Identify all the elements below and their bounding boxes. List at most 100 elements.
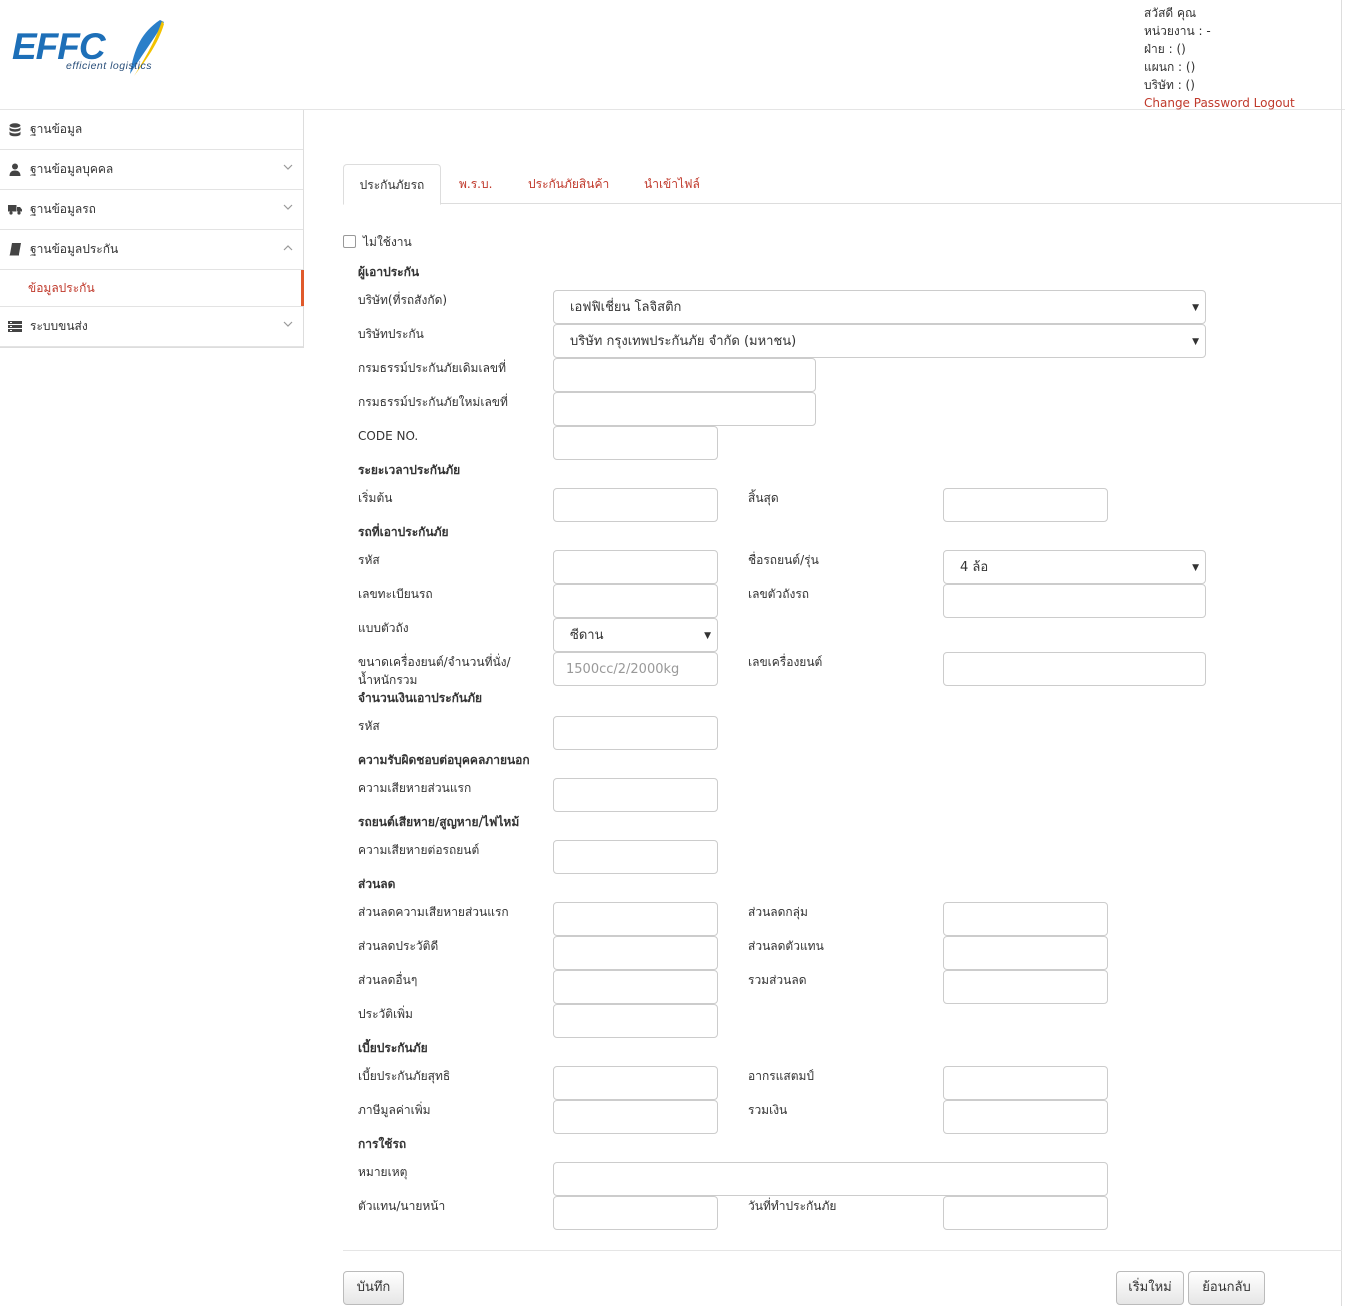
note-input[interactable]	[553, 1162, 1108, 1196]
sidebar-item-person[interactable]: ฐานข้อมูลบุคคล	[0, 150, 303, 190]
section-usage: การใช้รถ	[358, 1137, 407, 1151]
chevron-down-icon	[283, 204, 293, 210]
save-button[interactable]: บันทึก	[343, 1271, 404, 1305]
damage-per-car-label: ความเสียหายต่อรถยนต์	[358, 843, 480, 857]
greeting: สวัสดี คุณ	[1144, 6, 1197, 20]
vehicle-code-input[interactable]	[553, 550, 718, 584]
model-select[interactable]: 4 ล้อ ▼	[943, 550, 1206, 584]
model-label: ชื่อรถยนต์/รุ่น	[748, 553, 819, 567]
sidebar-item-label: ฐานข้อมูลรถ	[30, 202, 96, 216]
back-button[interactable]: ย้อนกลับ	[1188, 1271, 1265, 1305]
user-icon	[6, 162, 24, 178]
net-premium-input[interactable]	[553, 1066, 718, 1100]
disc-agent-input[interactable]	[943, 936, 1108, 970]
sidebar-subitem-label: ข้อมูลประกัน	[28, 280, 95, 295]
user-division: ฝ่าย : ()	[1144, 42, 1186, 56]
sidebar-item-database[interactable]: ฐานข้อมูล	[0, 110, 303, 150]
chassis-input[interactable]	[943, 584, 1206, 618]
plate-label: เลขทะเบียนรถ	[358, 587, 433, 601]
new-policy-input[interactable]	[553, 392, 816, 426]
tab-cargo-insurance[interactable]: ประกันภัยสินค้า	[528, 164, 609, 204]
logout-link[interactable]: Logout	[1254, 96, 1295, 110]
logo: EFFC efficient logistics	[12, 18, 192, 84]
sidebar-item-label: ฐานข้อมูล	[30, 122, 83, 136]
tab-compulsory[interactable]: พ.ร.บ.	[459, 164, 492, 204]
chevron-down-icon	[283, 321, 293, 327]
inactive-label: ไม่ใช้งาน	[363, 235, 412, 249]
engine-no-input[interactable]	[943, 652, 1206, 686]
chassis-label: เลขตัวถังรถ	[748, 587, 810, 601]
disc-other-label: ส่วนลดอื่นๆ	[358, 973, 418, 987]
agent-input[interactable]	[553, 1196, 718, 1230]
caret-down-icon: ▼	[704, 631, 711, 641]
plate-input[interactable]	[553, 584, 718, 618]
section-premium: เบี้ยประกันภัย	[358, 1041, 428, 1055]
section-insured: ผู้เอาประกัน	[358, 265, 420, 279]
tab-import-file[interactable]: นำเข้าไฟล์	[644, 164, 700, 204]
section-sum-insured: จำนวนเงินเอาประกันภัย	[358, 691, 483, 705]
database-icon	[6, 122, 24, 138]
disc-total-input[interactable]	[943, 970, 1108, 1004]
account-links: Change Password Logout	[1144, 94, 1295, 112]
sidebar-item-label: ระบบขนส่ง	[30, 319, 88, 333]
note-label: หมายเหตุ	[358, 1165, 408, 1179]
disc-group-label: ส่วนลดกลุ่ม	[748, 905, 808, 919]
damage-per-car-input[interactable]	[553, 840, 718, 874]
start-date-input[interactable]	[553, 488, 718, 522]
old-policy-input[interactable]	[553, 358, 816, 392]
sidebar: ฐานข้อมูล ฐานข้อมูลบุคคล ฐานข้อมูลรถ ฐาน…	[0, 110, 304, 348]
disc-agent-label: ส่วนลดตัวแทน	[748, 939, 824, 953]
model-select-value: 4 ล้อ	[960, 560, 989, 575]
disc-other-input[interactable]	[553, 970, 718, 1004]
company-select[interactable]: เอฟฟิเชี่ยน โลจิสติก ▼	[553, 290, 1206, 324]
book-icon	[6, 242, 24, 258]
total-label: รวมเงิน	[748, 1103, 788, 1117]
insurer-select[interactable]: บริษัท กรุงเทพประกันภัย จำกัด (มหาชน) ▼	[553, 324, 1206, 358]
change-password-link[interactable]: Change Password	[1144, 96, 1250, 110]
history-add-input[interactable]	[553, 1004, 718, 1038]
truck-icon	[6, 202, 24, 218]
insurer-select-value: บริษัท กรุงเทพประกันภัย จำกัด (มหาชน)	[570, 334, 797, 349]
sidebar-item-label: ฐานข้อมูลบุคคล	[30, 162, 114, 176]
inactive-checkbox[interactable]	[343, 235, 356, 248]
header: EFFC efficient logistics สวัสดี คุณ หน่ว…	[0, 0, 1345, 110]
engine-size-label: ขนาดเครื่องยนต์/จำนวนที่นั่ง/ น้ำหนักรวม	[358, 653, 511, 689]
vat-label: ภาษีมูลค่าเพิ่ม	[358, 1103, 431, 1117]
sidebar-item-insurance[interactable]: ฐานข้อมูลประกัน	[0, 230, 303, 270]
sidebar-subitem-insurance-info[interactable]: ข้อมูลประกัน	[0, 270, 304, 307]
chevron-up-icon	[283, 245, 293, 251]
section-discount: ส่วนลด	[358, 877, 396, 891]
total-input[interactable]	[943, 1100, 1108, 1134]
disc-total-label: รวมส่วนลด	[748, 973, 807, 987]
sum-code-input[interactable]	[553, 716, 718, 750]
new-policy-label: กรมธรรม์ประกันภัยใหม่เลขที่	[358, 395, 508, 409]
net-premium-label: เบี้ยประกันภัยสุทธิ	[358, 1069, 451, 1083]
stamp-input[interactable]	[943, 1066, 1108, 1100]
reset-button[interactable]: เริ่มใหม่	[1116, 1271, 1184, 1305]
section-liability: ความรับผิดชอบต่อบุคคลภายนอก	[358, 753, 530, 767]
stamp-label: อากรแสตมป์	[748, 1069, 815, 1083]
body-select[interactable]: ซีดาน ▼	[553, 618, 718, 652]
tab-vehicle-insurance[interactable]: ประกันภัยรถ	[343, 164, 441, 205]
vat-input[interactable]	[553, 1100, 718, 1134]
sidebar-item-label: ฐานข้อมูลประกัน	[30, 242, 119, 256]
end-date-input[interactable]	[943, 488, 1108, 522]
body-label: แบบตัวถัง	[358, 621, 409, 635]
sum-code-label: รหัส	[358, 719, 380, 733]
engine-size-input[interactable]	[553, 652, 718, 686]
sidebar-item-vehicle[interactable]: ฐานข้อมูลรถ	[0, 190, 303, 230]
insured-date-input[interactable]	[943, 1196, 1108, 1230]
sidebar-item-transport[interactable]: ระบบขนส่ง	[0, 307, 303, 347]
disc-first-damage-label: ส่วนลดความเสียหายส่วนแรก	[358, 905, 509, 919]
list-icon	[6, 319, 24, 335]
user-info: สวัสดี คุณ หน่วยงาน : - ฝ่าย : () แผนก :…	[1144, 4, 1295, 112]
disc-history-input[interactable]	[553, 936, 718, 970]
code-input[interactable]	[553, 426, 718, 460]
disc-first-damage-input[interactable]	[553, 902, 718, 936]
user-department: แผนก : ()	[1144, 60, 1196, 74]
disc-group-input[interactable]	[943, 902, 1108, 936]
agent-label: ตัวแทน/นายหน้า	[358, 1199, 446, 1213]
user-unit: หน่วยงาน : -	[1144, 24, 1211, 38]
caret-down-icon: ▼	[1192, 337, 1199, 347]
first-damage-input[interactable]	[553, 778, 718, 812]
